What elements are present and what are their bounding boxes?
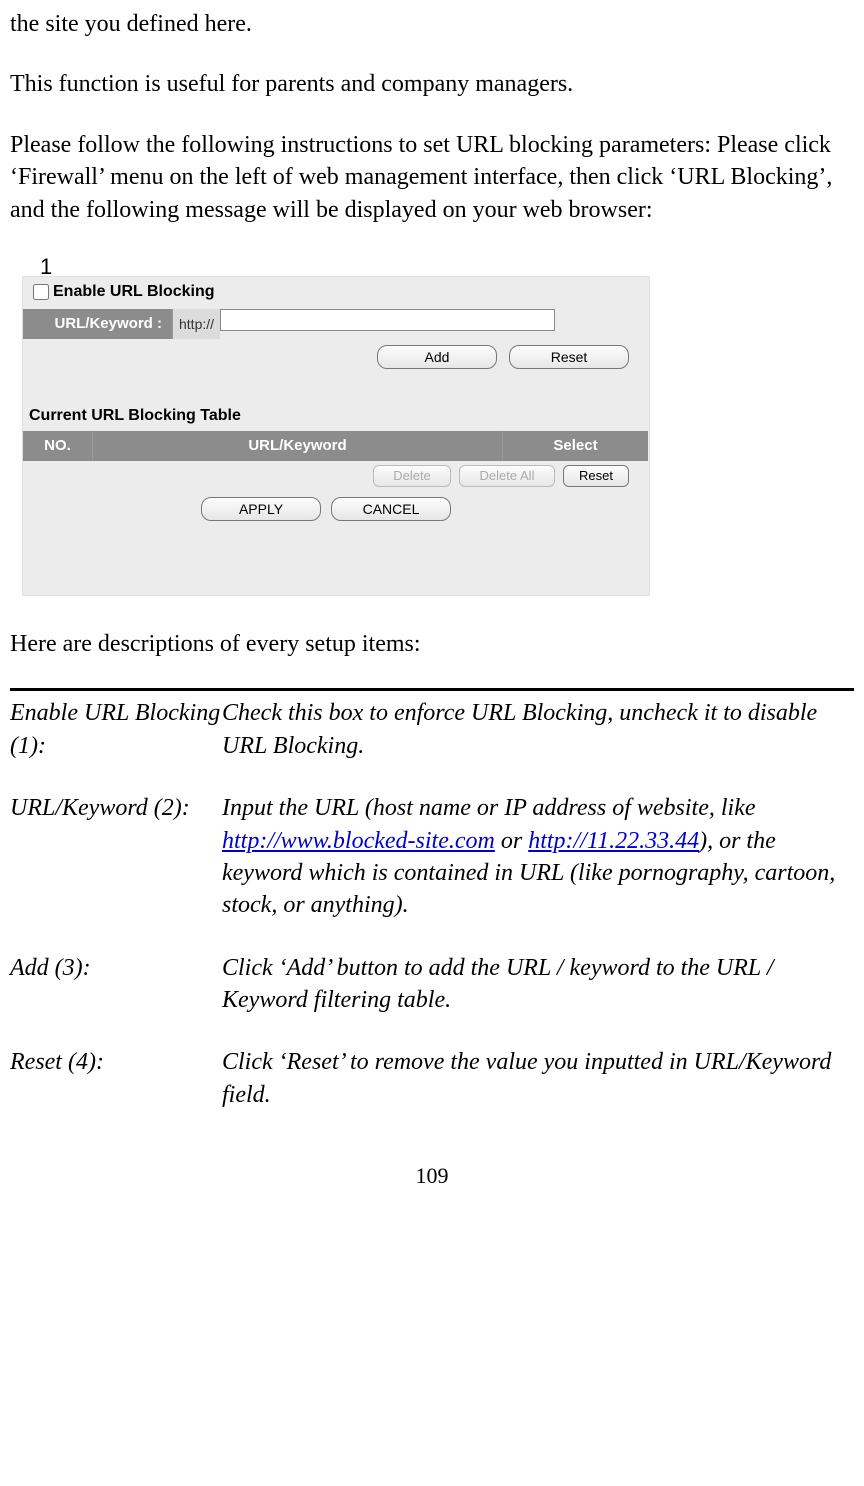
delete-button[interactable]: Delete — [373, 465, 451, 487]
apply-button[interactable]: APPLY — [201, 497, 321, 521]
table-header-keyword: URL/Keyword — [93, 431, 503, 461]
desc-def-url-keyword-a: Input the URL (host name or IP address o… — [222, 795, 756, 821]
desc-term-enable: Enable URL Blocking (1): — [10, 697, 222, 762]
blocking-table-header: NO. URL/Keyword Select — [23, 431, 649, 461]
table-header-select: Select — [503, 431, 648, 461]
url-keyword-row-label: URL/Keyword : — [23, 309, 173, 339]
example-link-blocked-site[interactable]: http://www.blocked-site.com — [222, 828, 495, 854]
desc-def-url-keyword-b: or — [495, 828, 528, 854]
reset-button-top[interactable]: Reset — [509, 345, 629, 369]
url-prefix-label: http:// — [173, 309, 220, 339]
desc-def-add: Click ‘Add’ button to add the URL / keyw… — [222, 952, 854, 1017]
desc-def-url-keyword: Input the URL (host name or IP address o… — [222, 792, 854, 922]
desc-term-url-keyword: URL/Keyword (2): — [10, 792, 222, 922]
table-header-no: NO. — [23, 431, 93, 461]
enable-url-blocking-label: Enable URL Blocking — [53, 281, 215, 303]
intro-para-2: Please follow the following instructions… — [10, 129, 854, 226]
url-blocking-screenshot: 1 2 3 4 5 6 7 8 9 Enable URL Blocking UR… — [10, 254, 660, 596]
page-number: 109 — [10, 1161, 854, 1191]
delete-all-button[interactable]: Delete All — [459, 465, 555, 487]
intro-fragment: the site you defined here. — [10, 8, 854, 40]
desc-intro: Here are descriptions of every setup ite… — [10, 628, 854, 660]
reset-button-small[interactable]: Reset — [563, 465, 629, 487]
desc-def-reset: Click ‘Reset’ to remove the value you in… — [222, 1046, 854, 1111]
enable-url-blocking-checkbox[interactable] — [33, 284, 49, 300]
desc-def-enable: Check this box to enforce URL Blocking, … — [222, 697, 854, 762]
desc-term-add: Add (3): — [10, 952, 222, 1017]
blocking-table-title: Current URL Blocking Table — [23, 401, 649, 431]
url-keyword-input[interactable] — [220, 309, 555, 331]
desc-divider — [10, 688, 854, 691]
add-button[interactable]: Add — [377, 345, 497, 369]
cancel-button[interactable]: CANCEL — [331, 497, 451, 521]
intro-para-1: This function is useful for parents and … — [10, 68, 854, 100]
example-link-ip[interactable]: http://11.22.33.44 — [528, 828, 699, 854]
desc-term-reset: Reset (4): — [10, 1046, 222, 1111]
